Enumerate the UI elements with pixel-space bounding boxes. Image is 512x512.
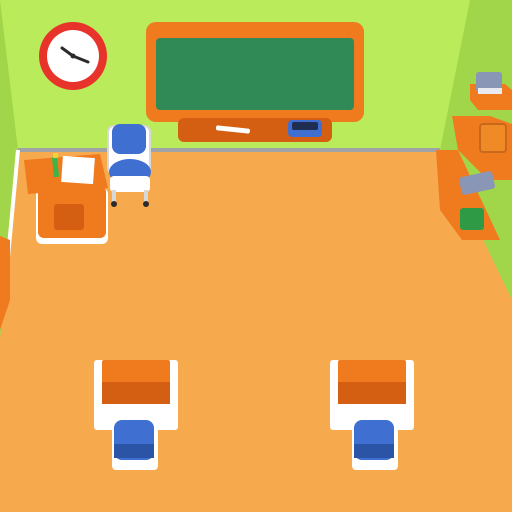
- classroom-scene: [0, 0, 512, 512]
- chalkboard-surface: [156, 38, 354, 110]
- student-chair-left[interactable]: [112, 420, 158, 470]
- teacher-chair-back: [112, 124, 146, 154]
- clock-center: [70, 53, 76, 59]
- student-chair-right[interactable]: [352, 420, 398, 470]
- teacher-desk[interactable]: [24, 152, 108, 244]
- student-desk-left[interactable]: [94, 360, 178, 430]
- book-orange: [479, 123, 507, 153]
- desk-paper: [61, 155, 95, 185]
- teacher-desk-panel: [54, 204, 84, 230]
- student-desk-right[interactable]: [330, 360, 414, 430]
- book-green: [460, 208, 484, 230]
- chalkboard[interactable]: [146, 22, 364, 142]
- board-eraser-top: [292, 122, 318, 130]
- wall-clock[interactable]: [39, 22, 107, 90]
